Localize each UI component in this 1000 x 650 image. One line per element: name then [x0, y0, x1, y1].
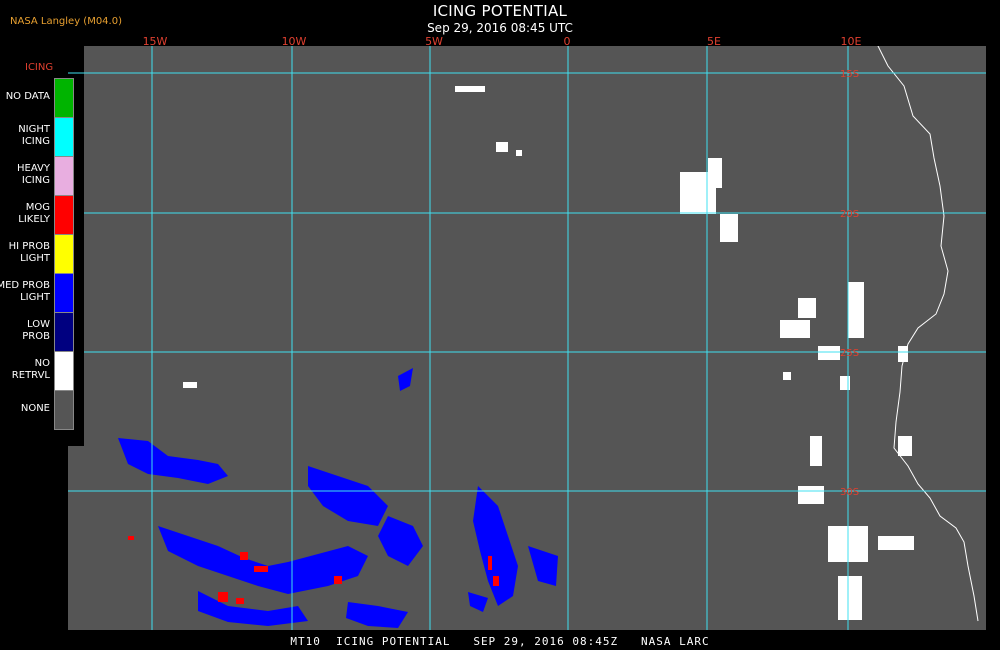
legend-item: LOW PROB [0, 312, 78, 352]
legend-item: HEAVY ICING [0, 156, 78, 196]
legend-item: MED PROB LIGHT [0, 273, 78, 313]
lat-label-30s: 30S [840, 487, 859, 498]
legend-swatch [54, 312, 74, 352]
legend-swatch [54, 351, 74, 391]
legend-item-label: HEAVY ICING [17, 163, 50, 186]
legend-item-label: NIGHT ICING [18, 124, 50, 147]
legend-item-label: HI PROB LIGHT [8, 241, 50, 264]
legend-item: HI PROB LIGHT [0, 234, 78, 274]
legend-swatch [54, 156, 74, 196]
legend-item-label: MED PROB LIGHT [0, 280, 50, 303]
legend-item-label: NO RETRVL [11, 358, 50, 381]
legend-item: NO RETRVL [0, 351, 78, 391]
legend-title: ICING [25, 62, 54, 73]
legend-swatch [54, 390, 74, 430]
legend-item-label: LOW PROB [22, 319, 50, 342]
lat-label-25s: 25S [840, 348, 859, 359]
map-title: ICING POTENTIAL [432, 2, 568, 20]
legend-item-label: MOG LIKELY [18, 202, 50, 225]
lat-label-15s: 15S [840, 69, 859, 80]
legend-swatch [54, 78, 74, 118]
legend-swatch [54, 117, 74, 157]
color-legend: NO DATA NIGHT ICING HEAVY ICING MOG LIKELY H… [0, 74, 84, 444]
legend-item-label: NO DATA [5, 91, 50, 102]
legend-item: NONE [0, 390, 78, 430]
map-timestamp: Sep 29, 2016 08:45 UTC [427, 21, 573, 35]
legend-item: NO DATA [0, 78, 78, 118]
legend-item: NIGHT ICING [0, 117, 78, 157]
icing-map: 15S 20S 25S 30S [68, 46, 986, 630]
lat-label-20s: 20S [840, 209, 859, 220]
legend-item: MOG LIKELY [0, 195, 78, 235]
footer-caption: MT10 ICING POTENTIAL SEP 29, 2016 08:45Z… [290, 635, 710, 648]
legend-swatch [54, 234, 74, 274]
legend-item-label: NONE [20, 403, 50, 414]
legend-swatch [54, 273, 74, 313]
legend-swatch [54, 195, 74, 235]
